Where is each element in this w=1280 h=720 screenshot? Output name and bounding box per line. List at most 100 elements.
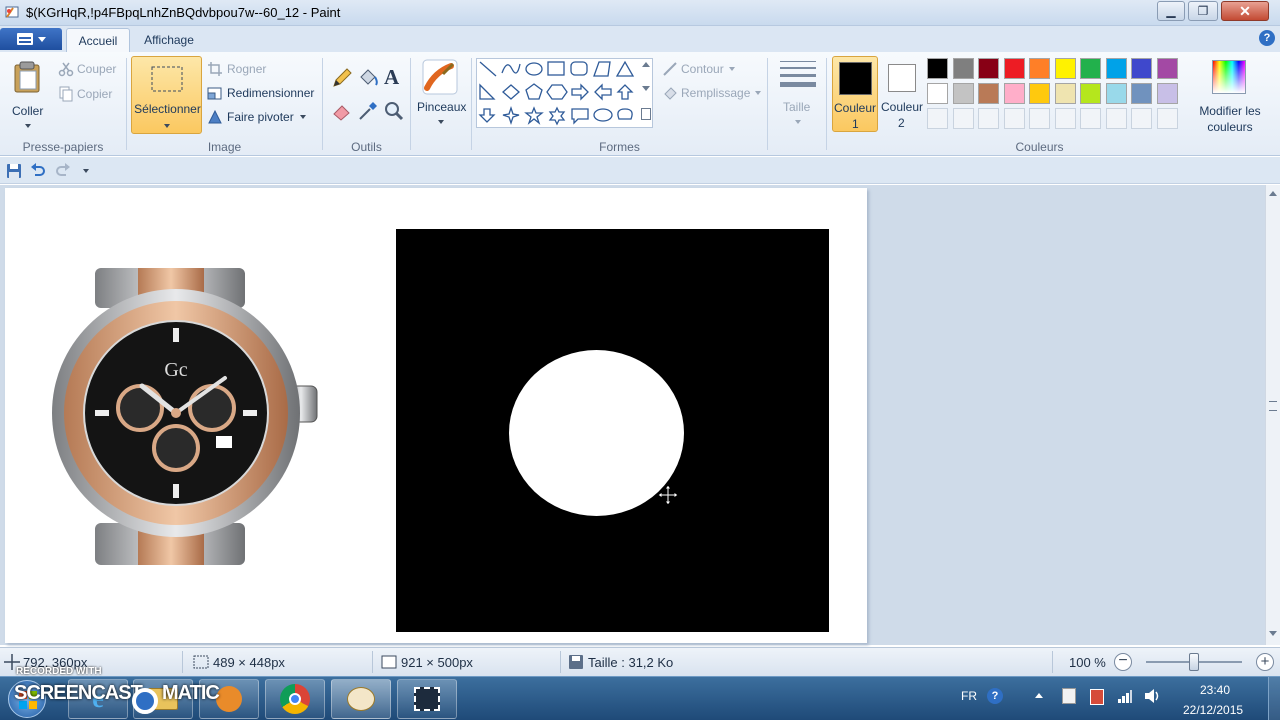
palette-swatch-empty[interactable] — [1156, 108, 1178, 129]
save-icon[interactable] — [6, 163, 22, 179]
palette-swatch-empty[interactable] — [952, 108, 974, 129]
window-title: $(KGrHqR,!p4FBpqLnhZnBQdvbpou7w--60_12 -… — [26, 5, 341, 20]
palette-swatch[interactable] — [1029, 83, 1050, 104]
disk-icon — [569, 655, 583, 669]
palette-swatch[interactable] — [927, 83, 948, 104]
drawing-canvas[interactable]: Gc — [5, 188, 867, 643]
palette-swatch[interactable] — [1156, 58, 1178, 79]
eraser-icon[interactable] — [331, 100, 353, 122]
network-icon[interactable] — [1117, 688, 1133, 704]
tab-accueil[interactable]: Accueil — [66, 28, 130, 52]
zoom-slider-thumb[interactable] — [1189, 653, 1199, 671]
palette-swatch[interactable] — [978, 83, 999, 104]
palette-swatch[interactable] — [1105, 83, 1127, 104]
palette-swatch[interactable] — [1054, 58, 1076, 79]
redo-icon[interactable] — [55, 163, 71, 179]
color-picker-icon[interactable] — [357, 100, 379, 122]
clock-date[interactable]: 22/12/2015 — [1183, 703, 1243, 717]
palette-swatch[interactable] — [978, 58, 999, 79]
palette-swatch-empty[interactable] — [1054, 108, 1076, 129]
clock-time[interactable]: 23:40 — [1200, 683, 1230, 697]
maximize-button[interactable]: ❐ — [1188, 1, 1218, 21]
pencil-icon[interactable] — [331, 67, 353, 89]
brushes-group[interactable]: Pinceaux — [411, 52, 471, 156]
palette-swatch[interactable] — [927, 58, 948, 79]
palette-swatch-empty[interactable] — [1029, 108, 1050, 129]
scroll-up-icon[interactable] — [1269, 191, 1277, 196]
help-tray-icon[interactable]: ? — [987, 688, 1003, 704]
scroll-down-icon[interactable] — [1269, 631, 1277, 636]
minimize-button[interactable]: ▁ — [1157, 1, 1185, 21]
color-palette — [927, 58, 1187, 134]
palette-swatch[interactable] — [952, 58, 974, 79]
close-button[interactable]: ✕ — [1221, 1, 1269, 21]
canvas-area[interactable]: Gc — [0, 185, 1265, 645]
palette-swatch-empty[interactable] — [1003, 108, 1025, 129]
resize-button[interactable]: Redimensionner — [227, 86, 314, 100]
color2-button[interactable]: Couleur 2 — [880, 56, 924, 132]
paint-app-icon — [5, 6, 19, 18]
taskbar-paint[interactable] — [331, 679, 391, 719]
palette-swatch[interactable] — [1105, 58, 1127, 79]
fill-button[interactable]: Remplissage — [681, 86, 750, 100]
zoom-in-button[interactable]: + — [1256, 653, 1274, 671]
paint-palette-icon — [347, 687, 375, 711]
palette-swatch[interactable] — [1029, 58, 1050, 79]
crop-button[interactable]: Rogner — [227, 62, 266, 76]
vertical-scrollbar[interactable] — [1265, 185, 1280, 645]
paste-button[interactable]: Coller — [6, 56, 50, 134]
zoom-slider[interactable] — [1146, 653, 1242, 671]
chevron-down-icon — [164, 124, 170, 128]
file-size: Taille : 31,2 Ko — [588, 655, 674, 670]
customize-toolbar-icon[interactable] — [83, 169, 89, 173]
palette-swatch[interactable] — [1054, 83, 1076, 104]
volume-icon[interactable] — [1144, 688, 1162, 704]
copy-button[interactable]: Copier — [77, 87, 112, 101]
tab-affichage[interactable]: Affichage — [134, 28, 204, 52]
shapes-scroll[interactable] — [640, 60, 652, 126]
palette-swatch[interactable] — [1080, 58, 1101, 79]
select-button[interactable]: Sélectionner — [131, 56, 202, 134]
tools-group-label: Outils — [351, 140, 382, 154]
edit-colors-button[interactable]: Modifier les couleurs — [1182, 56, 1278, 134]
scroll-thumb[interactable] — [1269, 401, 1277, 411]
palette-swatch-empty[interactable] — [1105, 108, 1127, 129]
show-hidden-icons-icon[interactable] — [1035, 693, 1043, 698]
palette-swatch-empty[interactable] — [1080, 108, 1101, 129]
right-triangle-shape-icon — [479, 83, 496, 100]
palette-swatch[interactable] — [1003, 83, 1025, 104]
color2-number: 2 — [898, 116, 905, 130]
palette-swatch[interactable] — [1156, 83, 1178, 104]
clipboard-group-label: Presse-papiers — [22, 140, 104, 154]
taskbar-chrome[interactable] — [265, 679, 325, 719]
cut-button[interactable]: Couper — [77, 62, 116, 76]
fill-bucket-icon[interactable] — [357, 67, 379, 89]
language-indicator[interactable]: FR — [961, 689, 977, 703]
palette-swatch-empty[interactable] — [1131, 108, 1152, 129]
text-tool-icon[interactable]: A — [384, 65, 399, 90]
help-icon[interactable]: ? — [1259, 30, 1275, 46]
color1-button[interactable]: Couleur 1 — [832, 56, 878, 132]
palette-swatch[interactable] — [1003, 58, 1025, 79]
color2-label: Couleur — [881, 100, 924, 114]
battery-icon[interactable] — [1090, 689, 1104, 705]
show-desktop-button[interactable] — [1268, 677, 1280, 720]
rotate-button[interactable]: Faire pivoter — [227, 110, 294, 124]
magnifier-icon[interactable] — [383, 100, 405, 122]
taskbar-snipping[interactable] — [397, 679, 457, 719]
palette-swatch[interactable] — [1080, 83, 1101, 104]
palette-swatch[interactable] — [952, 83, 974, 104]
palette-swatch-empty[interactable] — [927, 108, 948, 129]
zoom-level: 100 % — [1069, 655, 1106, 670]
action-center-icon[interactable] — [1062, 688, 1076, 704]
zoom-out-button[interactable]: − — [1114, 653, 1132, 671]
edit-colors-label-2: couleurs — [1207, 120, 1253, 134]
paint-menu-button[interactable] — [0, 28, 62, 50]
outline-button[interactable]: Contour — [681, 62, 724, 76]
palette-swatch-empty[interactable] — [978, 108, 999, 129]
palette-swatch[interactable] — [1131, 83, 1152, 104]
close-icon: ✕ — [1239, 2, 1251, 19]
undo-icon[interactable] — [30, 163, 46, 179]
palette-swatch[interactable] — [1131, 58, 1152, 79]
size-group[interactable]: Taille — [768, 52, 826, 156]
